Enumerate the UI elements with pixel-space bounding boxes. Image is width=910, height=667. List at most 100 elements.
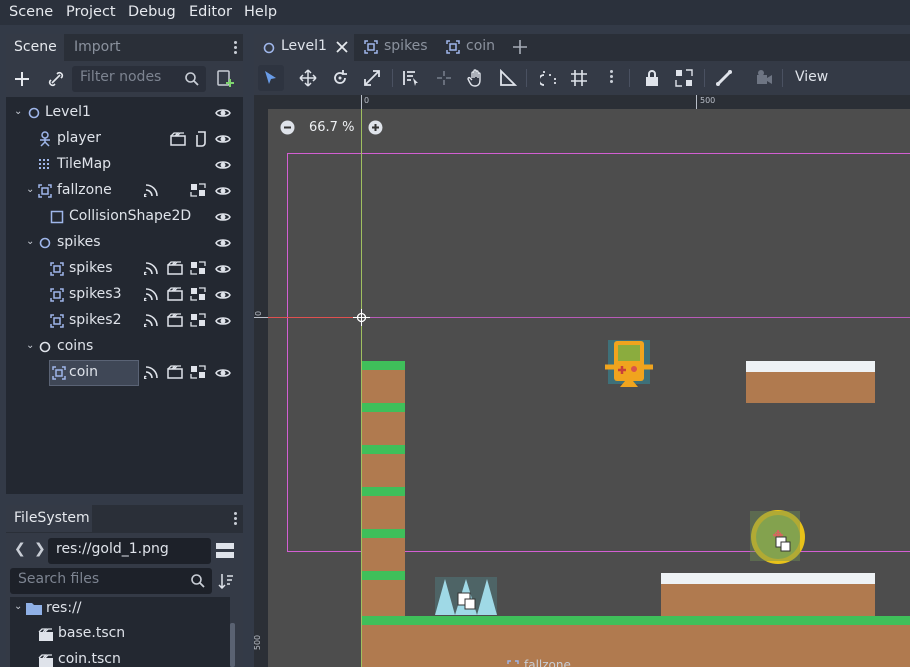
visibility-eye-icon[interactable] <box>215 314 231 328</box>
folder-icon <box>26 603 42 615</box>
visibility-eye-icon[interactable] <box>215 132 231 146</box>
tab-filesystem[interactable]: FileSystem <box>6 505 92 532</box>
tab-import[interactable]: Import <box>66 34 128 61</box>
group-icon[interactable] <box>190 365 206 379</box>
collapse-arrow-icon[interactable]: ⌄ <box>26 236 34 247</box>
tab-level1[interactable]: Level1 <box>254 34 354 61</box>
camera-icon[interactable] <box>755 69 773 87</box>
instance-scene-icon[interactable] <box>217 70 235 88</box>
menu-editor[interactable]: Editor <box>189 4 232 20</box>
scene-instance-icon[interactable] <box>167 365 183 379</box>
signal-icon[interactable] <box>144 183 158 197</box>
tab-scene[interactable]: Scene <box>6 34 64 61</box>
group-icon[interactable] <box>190 287 206 301</box>
visibility-eye-icon[interactable] <box>215 288 231 302</box>
scene-file-icon <box>38 628 53 641</box>
path-field[interactable]: res://gold_1.png <box>48 538 211 564</box>
visibility-eye-icon[interactable] <box>215 262 231 276</box>
visibility-eye-icon[interactable] <box>215 236 231 250</box>
scrollbar[interactable] <box>230 623 235 667</box>
tree-item-collisionshape2d[interactable]: CollisionShape2D <box>10 204 239 230</box>
zoom-in-icon[interactable] <box>368 120 383 135</box>
tree-item-coins[interactable]: ⌄ coins <box>10 334 239 360</box>
player-sprite[interactable] <box>604 339 654 387</box>
scene-instance-icon[interactable] <box>167 287 183 301</box>
snap-options-icon[interactable] <box>610 70 614 85</box>
coin-sprite[interactable] <box>750 509 806 565</box>
visibility-eye-icon[interactable] <box>215 210 231 224</box>
list-item[interactable]: base.tscn <box>10 621 230 647</box>
group-icon[interactable] <box>190 183 206 197</box>
search-files-input[interactable]: Search files <box>10 568 212 594</box>
group-icon[interactable] <box>190 261 206 275</box>
canvas-viewport[interactable]: 66.7 % fallzone <box>254 95 910 667</box>
snow-platform <box>661 573 875 616</box>
grid-snap-icon[interactable] <box>570 69 588 87</box>
visibility-eye-icon[interactable] <box>215 158 231 172</box>
visibility-eye-icon[interactable] <box>215 106 231 120</box>
group-icon[interactable] <box>190 313 206 327</box>
visibility-eye-icon[interactable] <box>215 184 231 198</box>
signal-icon[interactable] <box>144 365 158 379</box>
collapse-arrow-icon[interactable]: ⌄ <box>14 106 22 117</box>
signal-icon[interactable] <box>144 287 158 301</box>
menu-debug[interactable]: Debug <box>128 4 176 20</box>
view-menu[interactable]: View <box>795 69 828 85</box>
zoom-out-icon[interactable] <box>280 120 295 135</box>
tree-item-level1[interactable]: ⌄ Level1 <box>10 100 239 126</box>
node2d-icon <box>263 42 275 54</box>
signal-icon[interactable] <box>144 313 158 327</box>
grass-tile <box>362 487 405 529</box>
visibility-eye-icon[interactable] <box>215 366 231 380</box>
list-select-icon[interactable] <box>402 69 420 87</box>
list-item[interactable]: ⌄ res:// <box>10 597 230 621</box>
ruler-tick <box>254 317 268 318</box>
grass-tile <box>362 571 405 616</box>
menu-scene[interactable]: Scene <box>9 4 53 20</box>
scene-instance-icon[interactable] <box>170 132 186 146</box>
group-icon[interactable] <box>675 69 693 87</box>
bone-icon[interactable] <box>715 69 733 87</box>
ruler-icon[interactable] <box>499 69 517 87</box>
tab-coin[interactable]: coin <box>438 34 508 61</box>
back-arrow-icon[interactable]: ❮ <box>14 541 26 557</box>
menu-project[interactable]: Project <box>66 4 116 20</box>
tree-item-spikes-group[interactable]: ⌄ spikes <box>10 230 239 256</box>
dock-menu-icon[interactable] <box>234 512 238 527</box>
scale-icon[interactable] <box>363 69 381 87</box>
link-icon[interactable] <box>48 71 64 87</box>
scene-instance-icon[interactable] <box>167 313 183 327</box>
grass-tile <box>362 445 405 487</box>
dock-menu-icon[interactable] <box>234 41 238 56</box>
zoom-level[interactable]: 66.7 % <box>309 120 354 135</box>
collapse-arrow-icon[interactable]: ⌄ <box>26 184 34 195</box>
snap-icon[interactable] <box>540 69 558 87</box>
tree-item-tilemap[interactable]: TileMap <box>10 152 239 178</box>
grass-tile <box>362 361 405 403</box>
sort-icon[interactable] <box>218 573 234 589</box>
collapse-arrow-icon[interactable]: ⌄ <box>14 601 22 612</box>
move-icon[interactable] <box>299 69 317 87</box>
forward-arrow-icon[interactable]: ❯ <box>34 541 46 557</box>
rotate-icon[interactable] <box>331 69 349 87</box>
split-view-icon[interactable] <box>216 543 234 559</box>
tab-spikes[interactable]: spikes <box>356 34 436 61</box>
add-tab-icon[interactable] <box>513 40 527 54</box>
tree-item-label: spikes3 <box>69 286 122 302</box>
toolbar-separator <box>782 69 783 87</box>
scene-instance-icon[interactable] <box>167 261 183 275</box>
close-icon[interactable] <box>336 41 348 53</box>
select-mode-button[interactable] <box>258 65 284 91</box>
spikes-sprite[interactable] <box>435 577 497 615</box>
list-item[interactable]: coin.tscn <box>10 647 230 667</box>
collapse-arrow-icon[interactable]: ⌄ <box>26 340 34 351</box>
menu-help[interactable]: Help <box>244 4 277 20</box>
lock-icon[interactable] <box>643 69 661 87</box>
origin-marker-icon <box>353 309 370 326</box>
signal-icon[interactable] <box>144 261 158 275</box>
add-node-icon[interactable] <box>14 71 30 87</box>
pan-icon[interactable] <box>467 69 485 87</box>
collision-shape-icon <box>50 210 64 224</box>
pivot-icon[interactable] <box>435 69 453 87</box>
script-icon[interactable] <box>195 131 207 147</box>
